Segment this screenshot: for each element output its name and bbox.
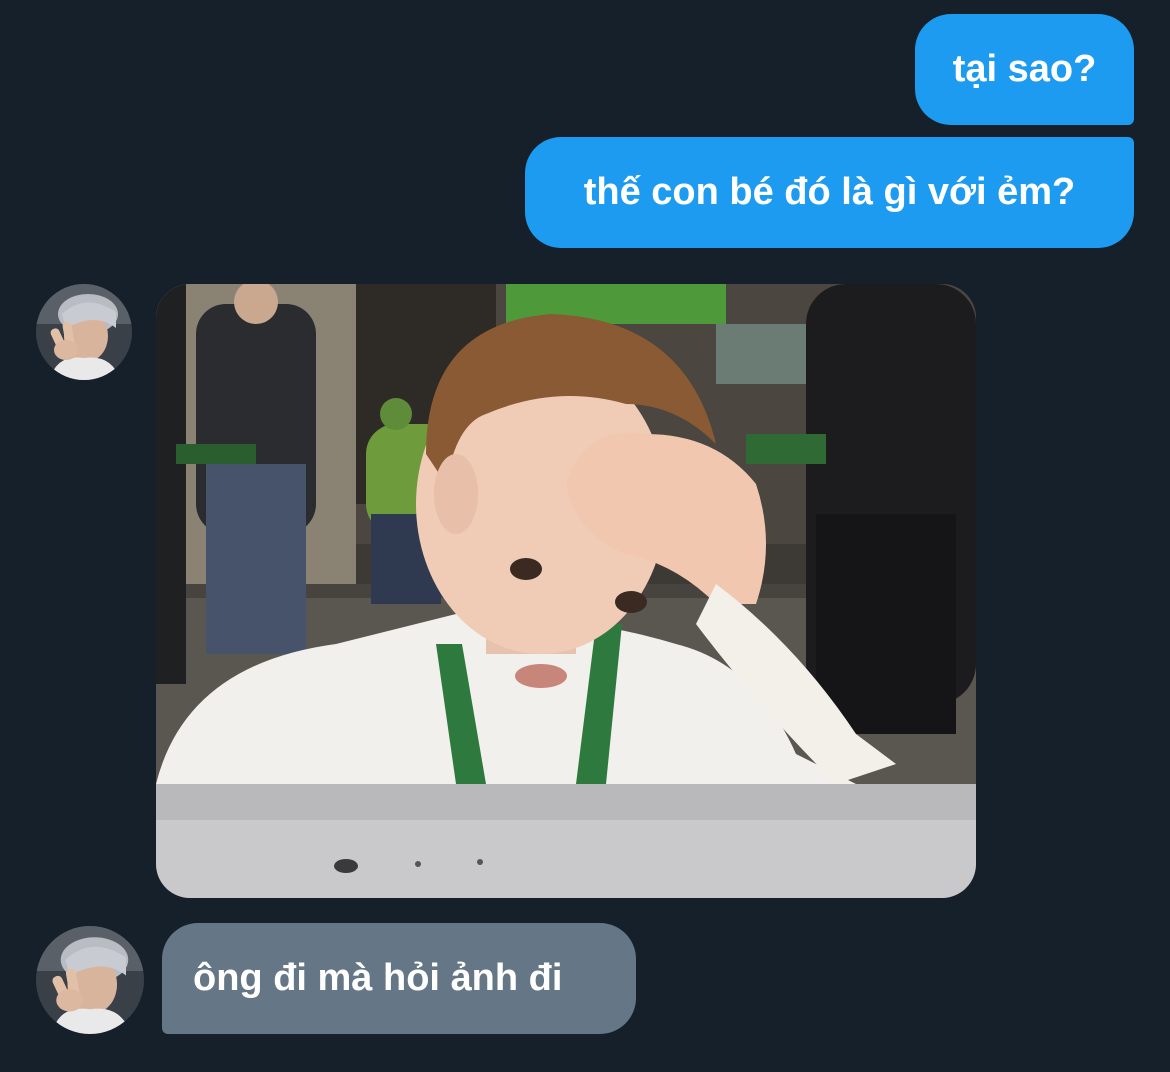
user-avatar-icon[interactable] [36, 926, 144, 1034]
user-avatar-icon[interactable] [36, 284, 132, 380]
avatar-image [36, 926, 144, 1034]
message-image[interactable] [156, 284, 976, 898]
chat-thread: tại sao? thế con bé đó là gì với ẻm? ông… [0, 0, 1170, 1072]
avatar-image [36, 284, 132, 380]
received-message-bubble[interactable]: ông đi mà hỏi ảnh đi [162, 923, 636, 1034]
sent-message-bubble[interactable]: tại sao? [915, 14, 1134, 125]
sent-message-bubble[interactable]: thế con bé đó là gì với ẻm? [525, 137, 1134, 248]
facepalm-photo [156, 284, 976, 898]
